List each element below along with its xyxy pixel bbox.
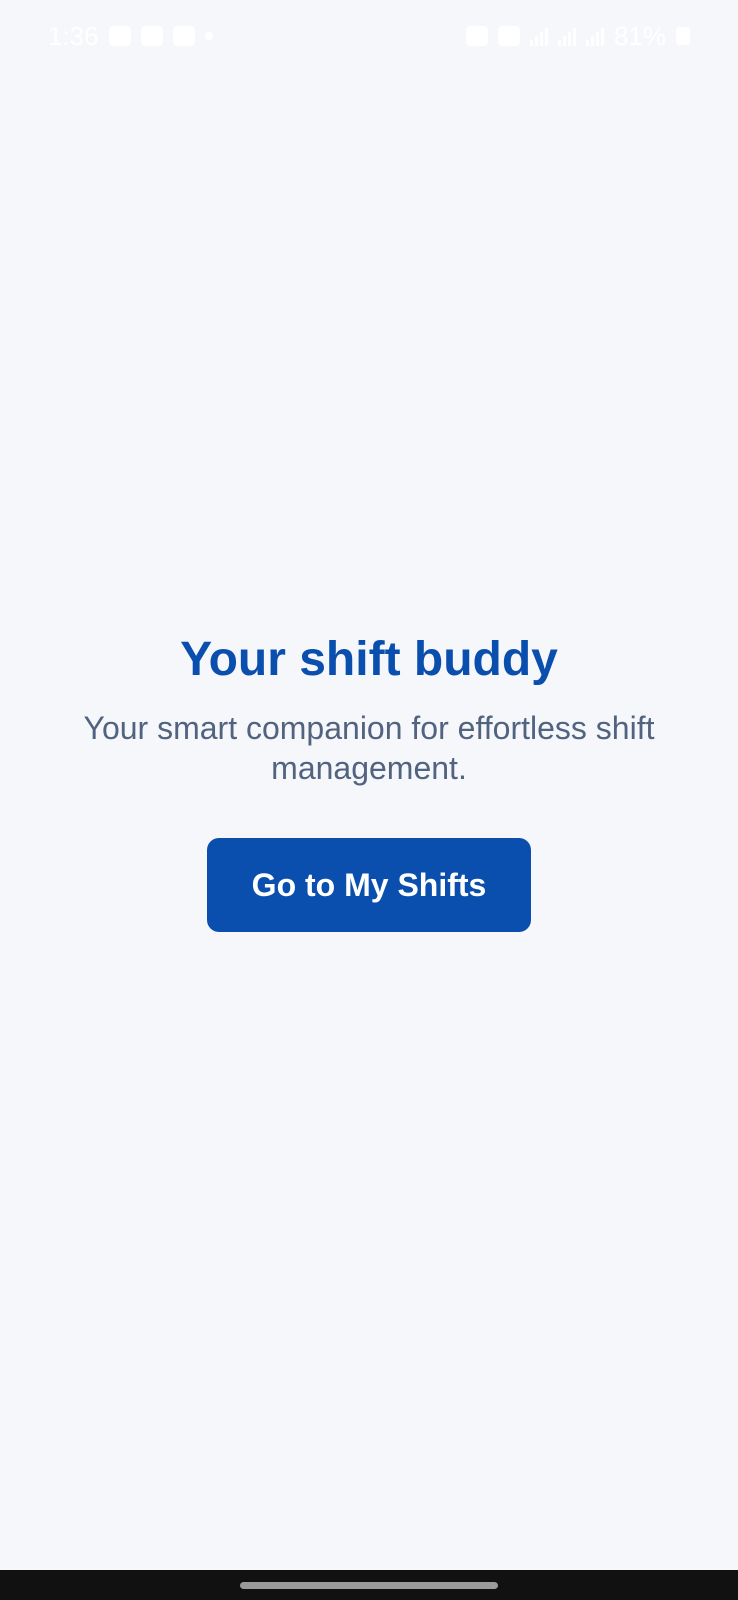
instagram-icon: [172, 26, 195, 46]
signal-icon: [585, 26, 604, 46]
go-to-my-shifts-button[interactable]: Go to My Shifts: [207, 838, 531, 932]
status-right: 81%: [465, 20, 690, 52]
page-title: Your shift buddy: [180, 633, 558, 686]
status-time: 1:36: [48, 20, 99, 51]
home-indicator[interactable]: [240, 1581, 498, 1589]
status-left: 1:36: [48, 21, 213, 52]
dot-icon: [204, 32, 213, 40]
alarm-icon: [465, 26, 488, 46]
youtube-icon: [140, 26, 163, 46]
gallery-icon: [108, 26, 131, 46]
system-nav-bar: [0, 1570, 738, 1600]
mute-icon: [497, 26, 520, 46]
status-bar: 1:36 81%: [0, 0, 738, 72]
signal-icon: [557, 26, 576, 46]
page-subtitle: Your smart companion for effortless shif…: [83, 710, 655, 786]
battery-icon: [676, 27, 690, 45]
battery-percent: 81%: [613, 20, 666, 51]
welcome-content: Your shift buddy Your smart companion fo…: [0, 630, 738, 932]
wifi-icon: [529, 26, 548, 46]
